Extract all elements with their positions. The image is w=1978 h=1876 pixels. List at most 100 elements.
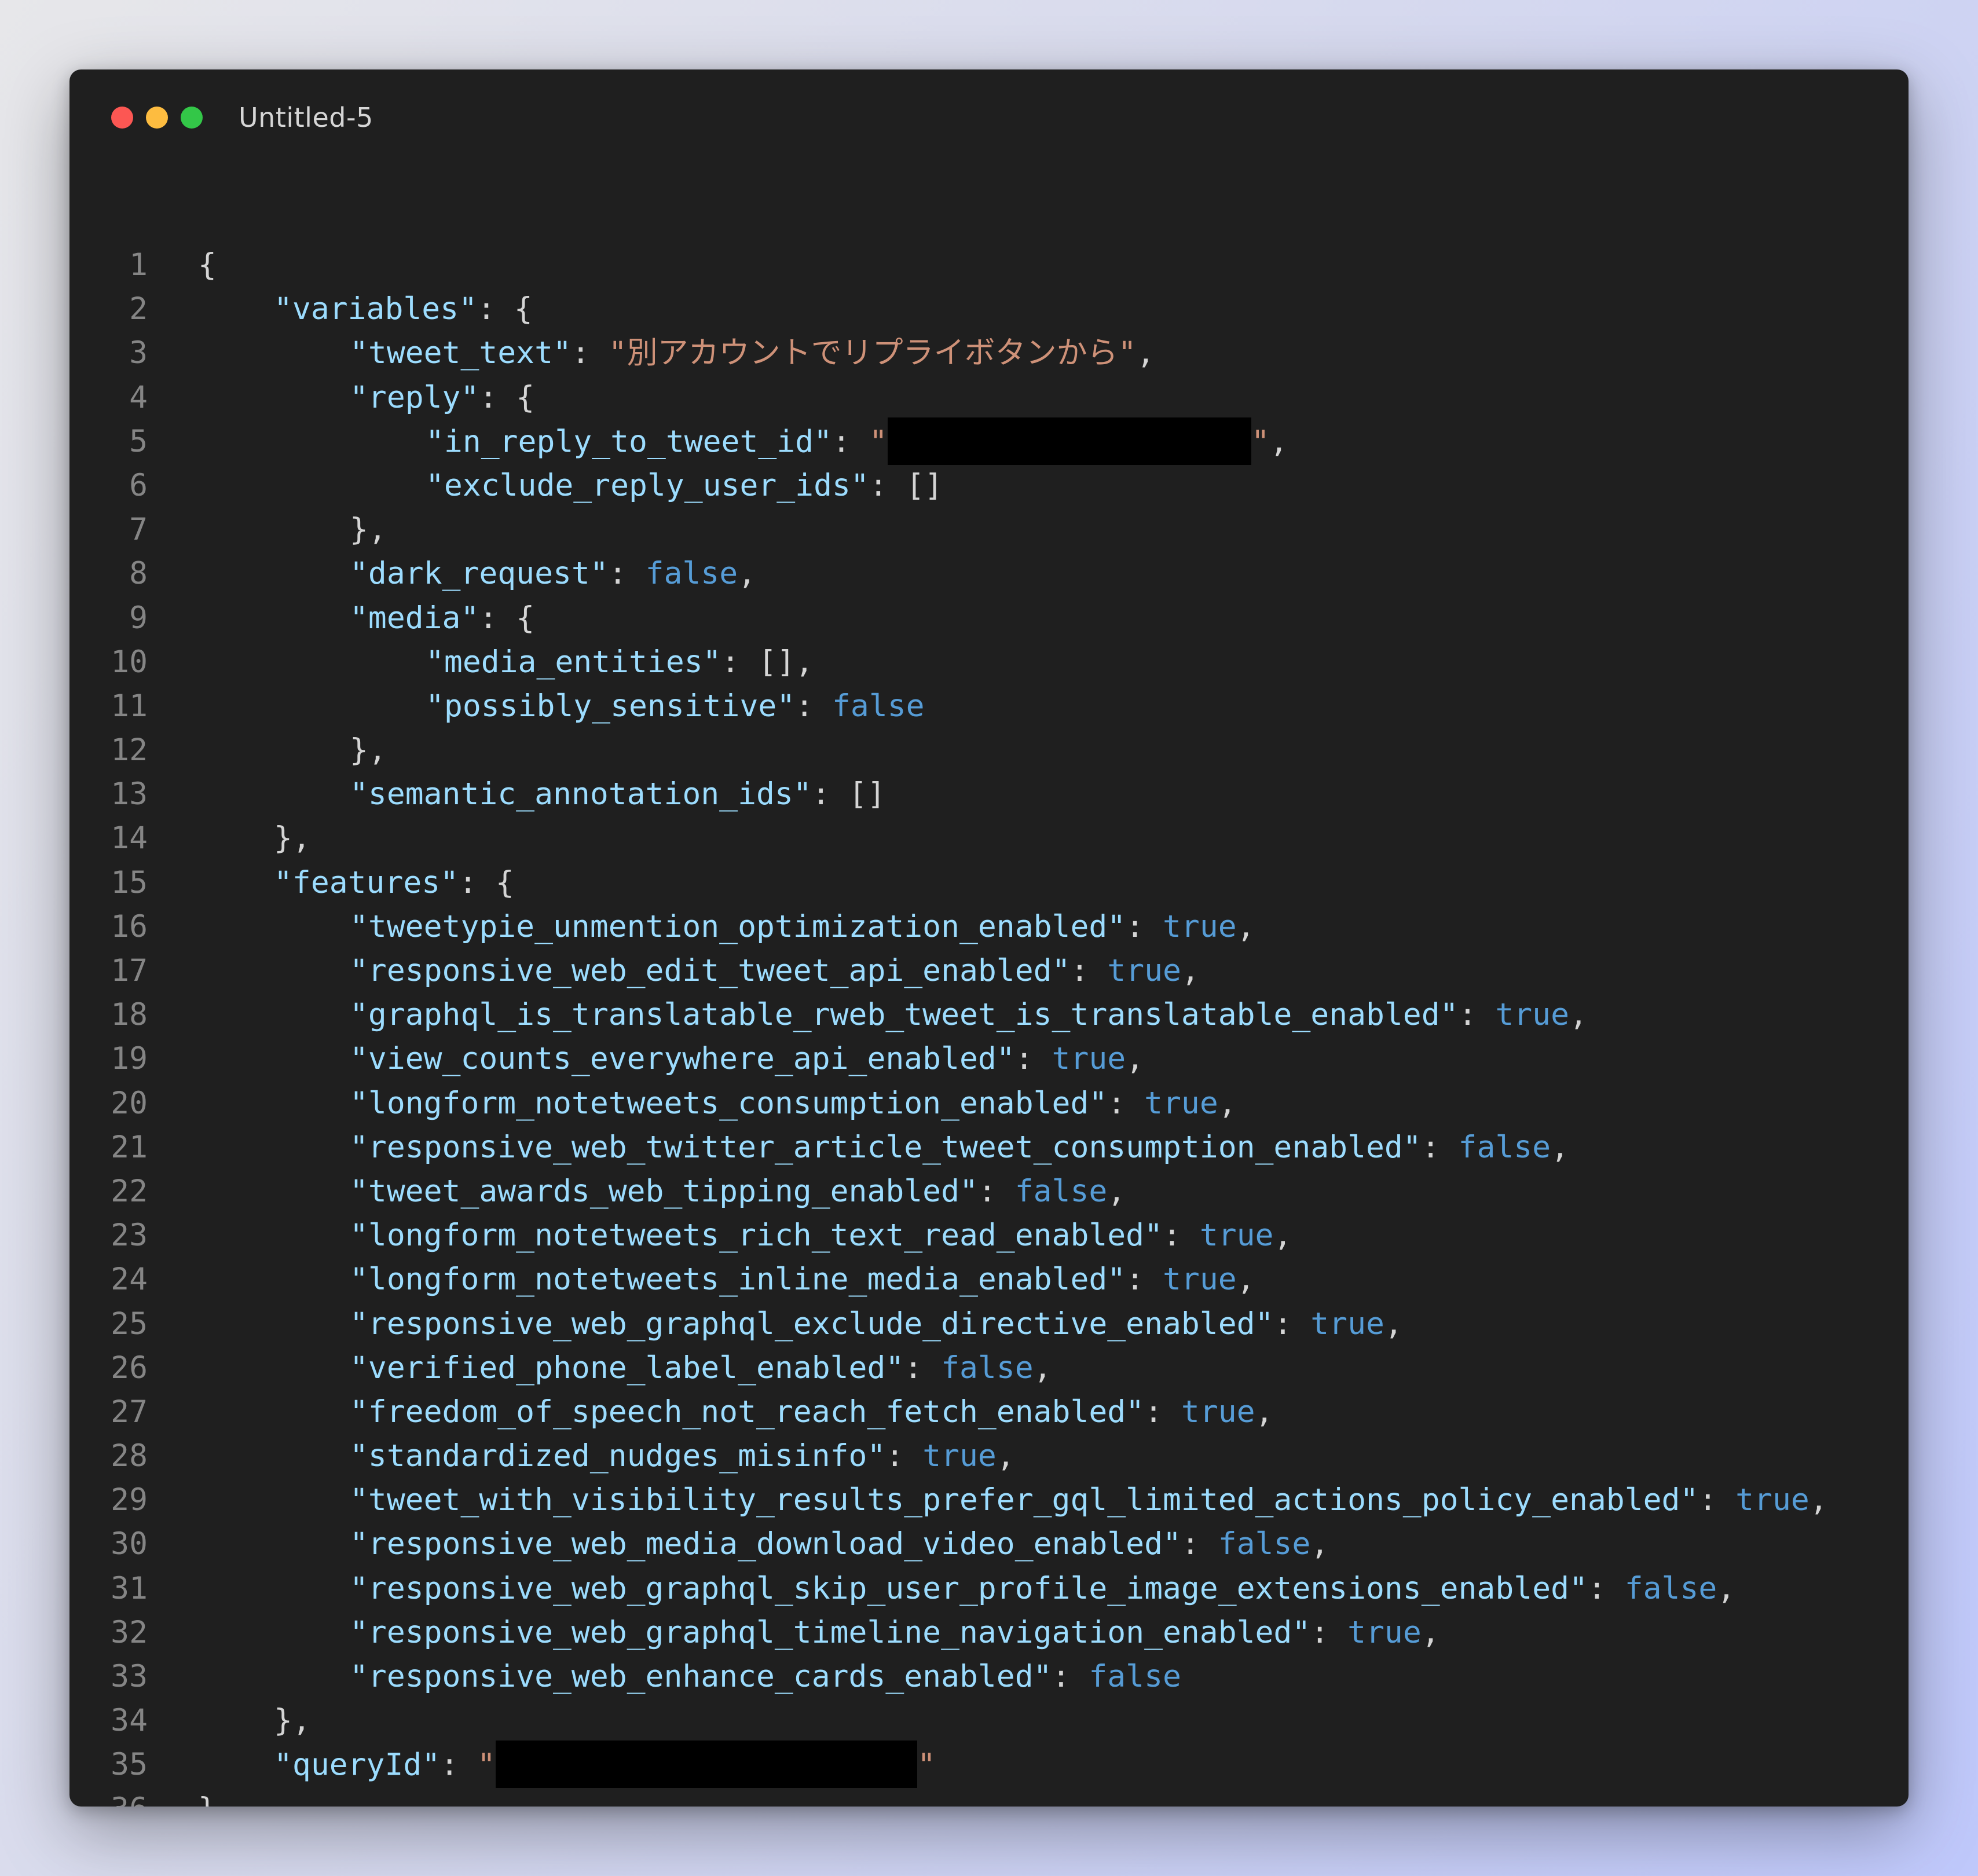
line-number: 34 [111,1703,148,1739]
code-text: "responsive_web_enhance_cards_enabled": … [350,1655,1181,1699]
code-text: "tweet_with_visibility_results_prefer_gq… [350,1478,1828,1522]
json-boolean: true [1163,908,1237,944]
line-number: 31 [111,1570,148,1606]
code-line: 28 "standardized_nudges_misinfo": true, [69,1434,1909,1478]
json-key: "tweet_text" [350,335,572,371]
code-text: "dark_request": false, [350,552,756,596]
code-line: 22 "tweet_awards_web_tipping_enabled": fa… [69,1170,1909,1214]
json-key: "graphql_is_translatable_rweb_tweet_is_t… [350,997,1459,1033]
json-key: "possibly_sensitive" [426,688,796,724]
code-text: "longform_notetweets_inline_media_enable… [350,1258,1255,1302]
redaction-box [495,1741,917,1789]
minimize-window-button[interactable] [146,107,168,129]
code-line: 9 "media": { [69,596,1909,640]
json-punctuation: : [], [721,644,814,680]
code-line: 6 "exclude_reply_user_ids": [] [69,464,1909,508]
json-boolean: true [1144,1085,1218,1121]
json-punctuation: }, [350,732,387,768]
json-punctuation: : [440,1747,478,1783]
code-text: "freedom_of_speech_not_reach_fetch_enabl… [350,1390,1273,1434]
json-key: "reply" [350,379,479,415]
json-string: " [1251,424,1270,460]
json-boolean: true [1735,1482,1809,1518]
code-text: "graphql_is_translatable_rweb_tweet_is_t… [350,993,1588,1037]
json-punctuation: , [1218,1085,1237,1121]
code-text: "media_entities": [], [426,640,814,684]
json-boolean: true [1052,1041,1126,1077]
json-key: "tweet_awards_web_tipping_enabled" [350,1173,978,1209]
code-line: 13 "semantic_annotation_ids": [] [69,772,1909,816]
line-number: 30 [111,1526,148,1562]
code-line: 29 "tweet_with_visibility_results_prefer_… [69,1478,1909,1522]
json-punctuation: , [1181,953,1200,988]
code-text: "exclude_reply_user_ids": [] [426,464,943,508]
json-key: "queryId" [274,1747,441,1783]
code-text: "tweetypie_unmention_optimization_enable… [350,905,1255,949]
line-number: 15 [111,864,148,900]
json-punctuation: , [1569,997,1588,1033]
code-line: 33 "responsive_web_enhance_cards_enabled"… [69,1655,1909,1699]
json-punctuation: : [1126,908,1163,944]
json-string: " [869,424,888,460]
line-number: 24 [111,1262,148,1298]
json-key: "exclude_reply_user_ids" [426,467,869,503]
code-text: "semantic_annotation_ids": [] [350,772,885,816]
json-boolean: false [1624,1570,1717,1606]
json-punctuation: : [1162,1218,1200,1254]
code-line: 30 "responsive_web_media_download_video_e… [69,1522,1909,1566]
line-number: 4 [129,379,148,415]
code-line: 4 "reply": { [69,376,1909,420]
json-punctuation: : [1052,1659,1089,1694]
code-editor[interactable]: 1{2 "variables": {3 "tweet_text": "別アカウントで… [69,243,1909,1807]
json-key: "responsive_web_enhance_cards_enabled" [350,1659,1052,1694]
json-punctuation: : [1310,1614,1348,1650]
json-key: "longform_notetweets_consumption_enabled… [350,1085,1108,1121]
json-boolean: true [1181,1394,1255,1430]
line-number: 8 [129,556,148,592]
json-punctuation: , [1033,1350,1052,1386]
code-line: 7}, [69,508,1909,552]
code-line: 16 "tweetypie_unmention_optimization_enab… [69,905,1909,949]
code-text: "longform_notetweets_rich_text_read_enab… [350,1214,1292,1258]
code-line: 36} [69,1787,1909,1807]
code-text: "verified_phone_label_enabled": false, [350,1346,1052,1390]
json-boolean: false [1089,1659,1181,1694]
json-string: "別アカウントでリプライボタンから" [608,335,1137,371]
code-line: 24 "longform_notetweets_inline_media_enab… [69,1258,1909,1302]
line-number: 5 [129,423,148,459]
json-boolean: false [645,556,738,592]
code-text: } [198,1787,217,1807]
code-text: "in_reply_to_tweet_id": " ", [426,417,1288,467]
json-key: "longform_notetweets_inline_media_enable… [350,1262,1126,1298]
json-punctuation: , [1273,1218,1292,1254]
maximize-window-button[interactable] [181,107,203,129]
json-punctuation: , [738,556,757,592]
json-key: "view_counts_everywhere_api_enabled" [350,1041,1015,1077]
code-text: { [198,243,217,287]
line-number: 21 [111,1129,148,1165]
code-line: 15 "features": { [69,861,1909,905]
code-line: 8 "dark_request": false, [69,552,1909,596]
code-text: "tweet_text": "別アカウントでリプライボタンから", [350,331,1155,375]
json-boolean: false [1458,1129,1551,1165]
editor-window: Untitled-5 1{2 "variables": {3 "tweet_text… [69,69,1909,1807]
close-window-button[interactable] [111,107,133,129]
json-punctuation: : [1107,1085,1145,1121]
json-boolean: true [1347,1614,1422,1650]
json-punctuation: , [1551,1129,1570,1165]
json-punctuation: , [1269,424,1288,460]
code-text: "queryId": " " [274,1741,936,1790]
line-number: 23 [111,1218,148,1254]
json-punctuation: : [885,1438,923,1474]
json-punctuation: : [1458,997,1496,1033]
line-number: 28 [111,1438,148,1474]
code-line: 17 "responsive_web_edit_tweet_api_enabled… [69,949,1909,993]
json-key: "responsive_web_graphql_skip_user_profil… [350,1570,1588,1606]
code-line: 23 "longform_notetweets_rich_text_read_en… [69,1214,1909,1258]
json-key: "responsive_web_graphql_timeline_navigat… [350,1614,1311,1650]
json-punctuation: }, [274,1703,311,1739]
json-key: "responsive_web_twitter_article_tweet_co… [350,1129,1422,1165]
json-boolean: true [1310,1306,1384,1342]
json-punctuation: : { [479,379,535,415]
code-line: 18 "graphql_is_translatable_rweb_tweet_is… [69,993,1909,1037]
